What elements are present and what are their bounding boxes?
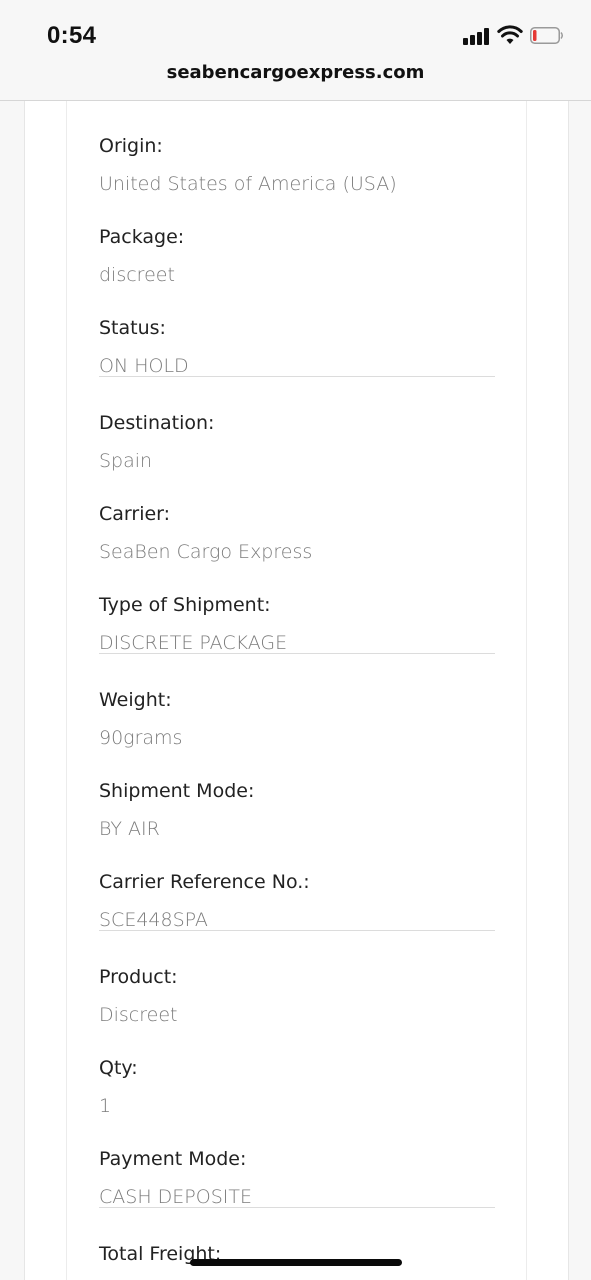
screen: 0:54 seabencargoexpress.com Origin: Unit… xyxy=(0,0,591,1280)
field-origin: Origin: United States of America (USA) xyxy=(99,100,495,195)
address-bar-url[interactable]: seabencargoexpress.com xyxy=(0,62,591,83)
field-label: Weight: xyxy=(99,689,172,711)
field-label: Shipment Mode: xyxy=(99,780,255,802)
signal-icon xyxy=(463,27,491,45)
field-value: SCE448SPA xyxy=(99,909,208,931)
wifi-icon xyxy=(497,25,523,44)
field-label: Product: xyxy=(99,966,178,988)
shipment-fields: Origin: United States of America (USA) P… xyxy=(99,100,495,1280)
shipment-details-card: Origin: United States of America (USA) P… xyxy=(66,100,527,1280)
battery-icon xyxy=(530,27,563,44)
field-value: DISCRETE PACKAGE xyxy=(99,632,288,654)
status-and-address-bar: 0:54 seabencargoexpress.com xyxy=(0,0,591,101)
field-carrier: Carrier: SeaBen Cargo Express xyxy=(99,468,495,563)
field-type-of-shipment: Type of Shipment: DISCRETE PACKAGE xyxy=(99,559,495,654)
field-label: Qty: xyxy=(99,1057,138,1079)
field-label: Payment Mode: xyxy=(99,1148,247,1170)
field-label: Type of Shipment: xyxy=(99,594,271,616)
field-label: Origin: xyxy=(99,135,163,157)
field-label: Package: xyxy=(99,226,185,248)
home-indicator[interactable] xyxy=(190,1259,402,1266)
field-weight: Weight: 90grams xyxy=(99,654,495,749)
field-product: Product: Discreet xyxy=(99,931,495,1026)
field-package: Package: discreet xyxy=(99,191,495,286)
field-label: Carrier: xyxy=(99,503,171,525)
field-qty: Qty: 1 xyxy=(99,1022,495,1117)
field-carrier-reference: Carrier Reference No.: SCE448SPA xyxy=(99,836,495,931)
field-shipment-mode: Shipment Mode: BY AIR xyxy=(99,745,495,840)
status-time: 0:54 xyxy=(47,22,97,49)
page-container: Origin: United States of America (USA) P… xyxy=(24,100,569,1280)
field-total-freight: Total Freight: xyxy=(99,1208,495,1280)
field-label: Status: xyxy=(99,317,166,339)
field-label: Carrier Reference No.: xyxy=(99,871,310,893)
field-value: CASH DEPOSITE xyxy=(99,1186,252,1208)
field-destination: Destination: Spain xyxy=(99,377,495,472)
field-payment-mode: Payment Mode: CASH DEPOSITE xyxy=(99,1113,495,1208)
field-value: ON HOLD xyxy=(99,355,189,377)
field-label: Destination: xyxy=(99,412,215,434)
field-status: Status: ON HOLD xyxy=(99,282,495,377)
